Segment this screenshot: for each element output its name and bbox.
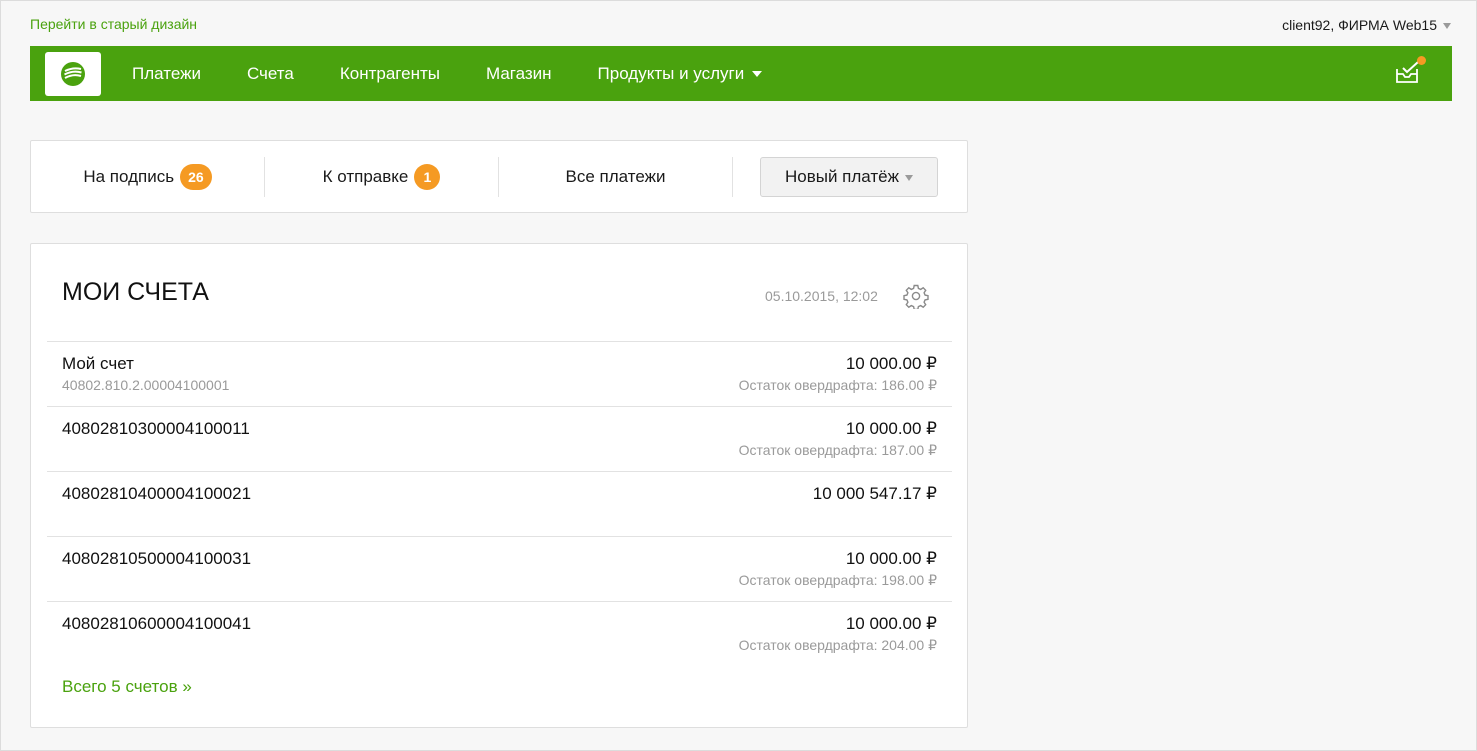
nav-shop-label: Магазин <box>485 63 552 83</box>
tab-to-sign[interactable]: На подпись 26 <box>31 156 265 197</box>
tab-to-send-label: К отправке <box>322 166 409 186</box>
nav-counterparties-label: Контрагенты <box>339 63 440 83</box>
accounts-updated-timestamp: 05.10.2015, 12:02 <box>765 288 878 304</box>
sberbank-logo-icon <box>61 61 85 86</box>
user-name: client92, ФИРМА Web15 <box>1282 17 1437 33</box>
new-payment-label: Новый платёж <box>784 166 900 186</box>
account-name: Мой счет <box>62 354 134 373</box>
accounts-list: Мой счет 40802.810.2.00004100001 10 000.… <box>47 341 952 666</box>
top-navigation: Платежи Счета Контрагенты Магазин Продук… <box>30 46 1452 101</box>
chevron-down-icon <box>905 175 914 181</box>
home-logo-button[interactable] <box>45 51 101 96</box>
nav-products-label: Продукты и услуги <box>597 63 745 83</box>
chevron-down-icon <box>1443 23 1451 29</box>
nav-payments[interactable]: Платежи <box>132 64 201 84</box>
account-row[interactable]: 40802810600004100041 10 000.00 ₽ Остаток… <box>47 601 952 666</box>
my-accounts-card: МОИ СЧЕТА 05.10.2015, 12:02 Мой счет 408… <box>30 243 968 728</box>
notification-dot <box>1417 56 1426 65</box>
notifications-button[interactable] <box>1394 56 1426 86</box>
nav-counterparties[interactable]: Контрагенты <box>340 64 440 84</box>
nav-shop[interactable]: Магазин <box>486 64 552 84</box>
tab-all-payments[interactable]: Все платежи <box>499 156 733 197</box>
account-row[interactable]: Мой счет 40802.810.2.00004100001 10 000.… <box>47 341 952 406</box>
new-payment-button[interactable]: Новый платёж <box>760 156 938 197</box>
accounts-settings-button[interactable] <box>903 283 929 311</box>
all-accounts-link[interactable]: Всего 5 счетов » <box>62 677 192 697</box>
account-overdraft: Остаток овердрафта: 204.00 ₽ <box>738 637 937 653</box>
accounts-title: МОИ СЧЕТА <box>62 278 209 306</box>
account-name: 40802810400004100021 <box>62 484 252 503</box>
account-overdraft: Остаток овердрафта: 186.00 ₽ <box>738 377 937 393</box>
tab-to-sign-label: На подпись <box>83 166 175 186</box>
account-row[interactable]: 40802810300004100011 10 000.00 ₽ Остаток… <box>47 406 952 471</box>
account-row[interactable]: 40802810500004100031 10 000.00 ₽ Остаток… <box>47 536 952 601</box>
account-row[interactable]: 40802810400004100021 10 000 547.17 ₽ <box>47 471 952 536</box>
old-design-link[interactable]: Перейти в старый дизайн <box>30 16 197 32</box>
nav-accounts[interactable]: Счета <box>247 64 294 84</box>
nav-accounts-label: Счета <box>246 63 294 83</box>
nav-products-services[interactable]: Продукты и услуги <box>598 64 763 84</box>
tab-all-payments-label: Все платежи <box>565 166 666 186</box>
account-balance: 10 000.00 ₽ <box>845 549 937 568</box>
payments-tabs-card: На подпись 26 К отправке 1 Все платежи Н… <box>30 140 968 213</box>
account-overdraft: Остаток овердрафта: 187.00 ₽ <box>738 442 937 458</box>
chevron-down-icon <box>752 70 763 77</box>
count-badge: 26 <box>180 163 212 190</box>
nav-payments-label: Платежи <box>132 63 201 83</box>
count-badge: 1 <box>414 163 441 190</box>
account-overdraft: Остаток овердрафта: 198.00 ₽ <box>738 572 937 588</box>
account-number: 40802.810.2.00004100001 <box>62 377 230 393</box>
account-balance: 10 000.00 ₽ <box>845 354 937 373</box>
user-menu[interactable]: client92, ФИРМА Web15 <box>1282 17 1451 33</box>
account-balance: 10 000 547.17 ₽ <box>812 484 937 503</box>
account-balance: 10 000.00 ₽ <box>845 614 937 633</box>
tab-to-send[interactable]: К отправке 1 <box>265 156 499 197</box>
account-name: 40802810600004100041 <box>62 614 252 633</box>
account-balance: 10 000.00 ₽ <box>845 419 937 438</box>
gear-icon <box>903 284 929 311</box>
account-name: 40802810300004100011 <box>62 419 250 438</box>
account-name: 40802810500004100031 <box>62 549 252 568</box>
